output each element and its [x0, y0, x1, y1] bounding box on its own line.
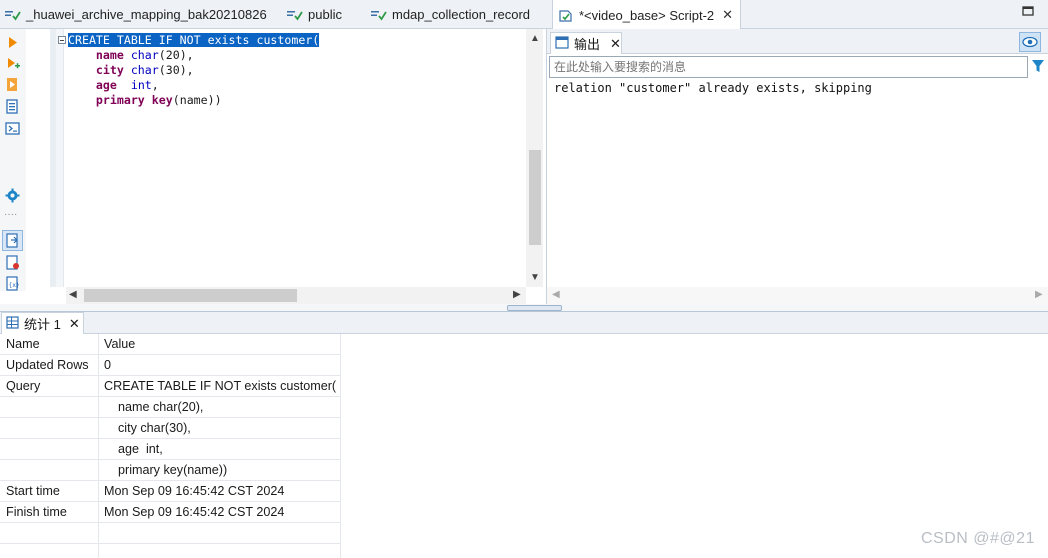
- explain-plan-icon[interactable]: [5, 99, 20, 114]
- results-tab-bar: 统计 1 ✕: [0, 312, 1048, 334]
- splitter-grip[interactable]: [507, 305, 562, 311]
- toggle-results-icon[interactable]: [2, 230, 23, 251]
- row-value: city char(30),: [104, 421, 191, 435]
- tab-statistics[interactable]: 统计 1 ✕: [1, 312, 84, 334]
- table-row-empty: [0, 523, 340, 544]
- tab-huawei-archive[interactable]: _huawei_archive_mapping_bak20210826: [0, 0, 267, 29]
- tab-label: 统计 1: [24, 317, 61, 332]
- selected-text: CREATE TABLE IF NOT exists customer(: [68, 33, 320, 47]
- editor-horizontal-scrollbar[interactable]: ◀ ▶: [66, 287, 526, 304]
- tab-label: public: [308, 7, 342, 22]
- scrollbar-thumb[interactable]: [84, 289, 297, 302]
- close-icon[interactable]: ✕: [722, 7, 733, 23]
- row-name: Updated Rows: [6, 358, 89, 372]
- editor-left-toolbar: ···· {x}: [0, 29, 26, 291]
- row-value: Mon Sep 09 16:45:42 CST 2024: [104, 484, 285, 498]
- code-line: name char(20),: [95, 48, 194, 62]
- panel-splitter[interactable]: [0, 304, 1048, 312]
- row-value: 0: [104, 358, 112, 372]
- close-icon[interactable]: ✕: [69, 316, 80, 332]
- scroll-up-icon[interactable]: ▲: [530, 33, 540, 44]
- statistics-grid: Name Value Updated Rows 0 Query CREATE T…: [0, 334, 1048, 558]
- table-row[interactable]: name char(20),: [0, 397, 340, 418]
- export-icon[interactable]: {x}: [5, 276, 20, 291]
- row-name: Start time: [6, 484, 60, 498]
- table-row[interactable]: Finish time Mon Sep 09 16:45:42 CST 2024: [0, 502, 340, 523]
- more-icon[interactable]: ····: [4, 209, 19, 224]
- execute-in-new-tab-icon[interactable]: [5, 56, 20, 71]
- tab-mdap-collection-record[interactable]: mdap_collection_record: [366, 0, 530, 29]
- fold-toggle-icon[interactable]: [58, 36, 66, 44]
- sql-editor[interactable]: CREATE TABLE IF NOT exists customer( nam…: [26, 29, 546, 291]
- row-name: [6, 460, 98, 481]
- new-script-icon[interactable]: [5, 255, 20, 270]
- scroll-left-icon[interactable]: ◀: [69, 289, 77, 300]
- output-message: relation "customer" already exists, skip…: [554, 81, 872, 95]
- svg-text:{x}: {x}: [9, 282, 20, 289]
- execute-statement-icon[interactable]: [5, 35, 20, 50]
- tab-script-2[interactable]: *<video_base> Script-2 ✕: [552, 0, 741, 30]
- row-value: age int,: [104, 442, 163, 456]
- output-horizontal-scrollbar[interactable]: ◀ ▶: [547, 287, 1048, 304]
- code-line: primary key(name)): [95, 93, 222, 107]
- gear-icon[interactable]: [5, 188, 20, 203]
- tab-public[interactable]: public: [282, 0, 342, 29]
- maximize-icon[interactable]: [1022, 5, 1034, 17]
- scroll-right-icon[interactable]: ▶: [513, 289, 521, 300]
- sql-console-icon: [286, 8, 304, 22]
- show-output-icon[interactable]: [1019, 32, 1041, 52]
- execute-script-icon[interactable]: [5, 77, 20, 92]
- table-row[interactable]: age int,: [0, 439, 340, 460]
- column-header-name: Name: [6, 337, 40, 351]
- row-value: name char(20),: [104, 400, 204, 414]
- scroll-left-icon[interactable]: ◀: [552, 289, 560, 300]
- column-divider[interactable]: [340, 334, 341, 558]
- tab-output[interactable]: 输出 ✕: [550, 32, 622, 54]
- code-line: CREATE TABLE IF NOT exists customer(: [68, 33, 320, 48]
- column-divider[interactable]: [98, 334, 99, 558]
- sql-code[interactable]: CREATE TABLE IF NOT exists customer( nam…: [68, 33, 320, 108]
- table-row[interactable]: Updated Rows 0: [0, 355, 340, 376]
- row-value: primary key(name)): [104, 463, 228, 477]
- table-icon: [6, 315, 19, 332]
- scroll-right-icon[interactable]: ▶: [1035, 289, 1043, 300]
- console-icon[interactable]: [5, 121, 20, 136]
- watermark: CSDN @#@21: [921, 530, 1035, 547]
- scroll-down-icon[interactable]: ▼: [530, 272, 540, 283]
- tab-label: _huawei_archive_mapping_bak20210826: [26, 7, 267, 22]
- filter-icon[interactable]: [1030, 58, 1046, 74]
- row-name: Query: [6, 379, 41, 393]
- row-value: CREATE TABLE IF NOT exists customer(: [104, 379, 337, 393]
- editor-vertical-scrollbar[interactable]: ▲ ▼: [526, 29, 543, 287]
- sql-console-icon: [370, 8, 388, 22]
- code-line: city char(30),: [95, 63, 194, 77]
- output-panel: 输出 ✕ relation "customer" already exists,…: [546, 29, 1048, 304]
- output-search-input[interactable]: [549, 56, 1028, 78]
- output-icon: [555, 35, 569, 52]
- tab-label: mdap_collection_record: [392, 7, 531, 22]
- grid-header-row: Name Value: [0, 334, 340, 355]
- row-name: [6, 418, 98, 439]
- row-value: Mon Sep 09 16:45:42 CST 2024: [104, 505, 285, 519]
- table-row[interactable]: Start time Mon Sep 09 16:45:42 CST 2024: [0, 481, 340, 502]
- table-row[interactable]: primary key(name)): [0, 460, 340, 481]
- close-icon[interactable]: ✕: [610, 36, 621, 52]
- table-row[interactable]: city char(30),: [0, 418, 340, 439]
- output-tab-bar: 输出 ✕: [547, 29, 1048, 54]
- sql-console-icon: [4, 8, 22, 22]
- row-name: [6, 439, 98, 460]
- scrollbar-thumb[interactable]: [529, 150, 541, 245]
- code-line: age int,: [95, 78, 159, 92]
- script-icon: [557, 8, 575, 22]
- column-header-value: Value: [104, 337, 136, 351]
- table-row[interactable]: Query CREATE TABLE IF NOT exists custome…: [0, 376, 340, 397]
- row-name: Finish time: [6, 505, 67, 519]
- editor-folding-gutter: [56, 29, 64, 287]
- row-name: [6, 397, 98, 418]
- tab-label: 输出: [574, 37, 601, 52]
- tab-label: *<video_base> Script-2: [579, 7, 715, 23]
- editor-tab-bar: _huawei_archive_mapping_bak20210826 publ…: [0, 0, 1048, 30]
